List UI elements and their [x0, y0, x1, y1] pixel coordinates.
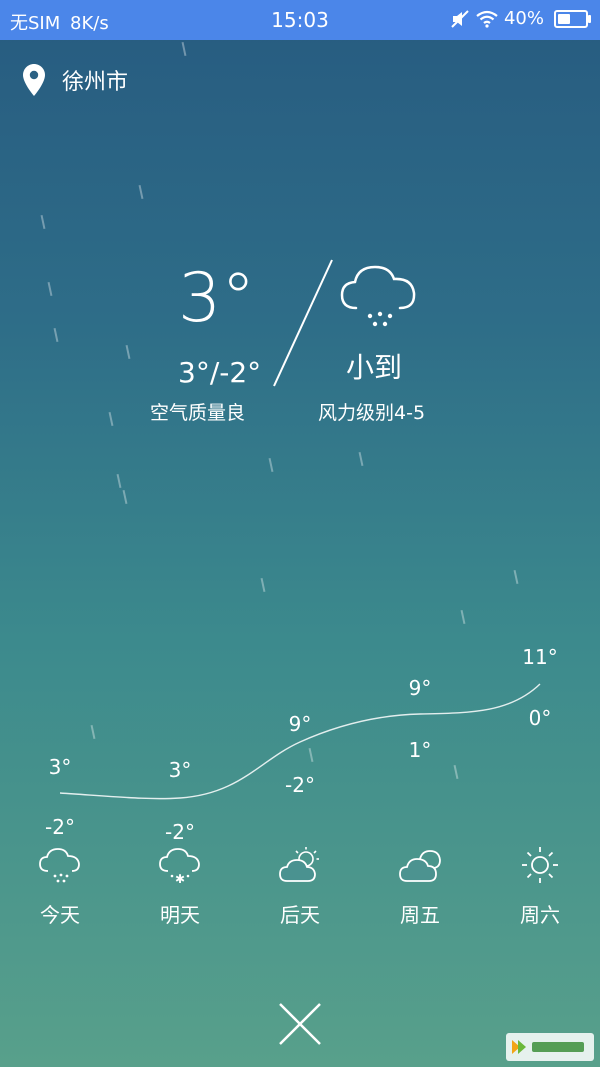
cloud-snow-icon: ✱	[159, 848, 200, 885]
status-right: 40%	[450, 8, 591, 29]
sunny-icon	[522, 847, 558, 883]
divider-line	[273, 259, 333, 387]
cloud-rain-icon	[340, 265, 416, 327]
low-temp-today: -2°	[45, 815, 75, 839]
high-temp-day5: 11°	[522, 645, 558, 669]
weather-condition: 小到	[346, 351, 403, 384]
forecast-day[interactable]: 周六	[480, 845, 600, 928]
day-name: 今天	[40, 903, 80, 927]
watermark-logo	[506, 1033, 594, 1061]
low-temp-day5: 0°	[528, 706, 552, 730]
high-temp-day4: 9°	[408, 676, 432, 700]
partly-cloudy-icon	[279, 847, 319, 882]
wifi-icon	[476, 10, 498, 28]
forecast-day[interactable]: ✱ 明天	[120, 845, 240, 928]
high-temp-today: 3°	[48, 755, 72, 779]
current-temperature: 3°	[178, 259, 256, 338]
city-name: 徐州市	[62, 70, 129, 95]
cloudy-icon	[399, 850, 441, 882]
forecast-days: 今天 ✱ 明天 后天 周五 周六	[0, 845, 600, 945]
temperature-range: 3°/-2°	[178, 356, 262, 389]
battery-percent: 40%	[503, 8, 544, 29]
forecast-day[interactable]: 周五	[360, 845, 480, 928]
cloud-rain-icon	[39, 848, 80, 883]
status-bar: 无SIM 8K/s 15:03 40%	[0, 0, 600, 40]
logo-icon	[512, 1040, 584, 1054]
low-temp-tomorrow: -2°	[165, 820, 195, 844]
svg-text:✱: ✱	[175, 872, 185, 885]
day-name: 周六	[520, 903, 560, 927]
low-temp-day4: 1°	[408, 738, 432, 762]
high-temp-tomorrow: 3°	[168, 758, 192, 782]
forecast-day[interactable]: 今天	[0, 845, 120, 928]
forecast-day[interactable]: 后天	[240, 845, 360, 928]
day-name: 明天	[160, 903, 200, 927]
day-name: 周五	[400, 903, 440, 927]
location-bar[interactable]: 徐州市	[22, 63, 128, 97]
high-temp-day3: 9°	[288, 712, 312, 736]
temperature-chart	[59, 683, 541, 800]
location-pin-icon	[23, 64, 45, 96]
day-name: 后天	[280, 903, 320, 927]
low-temp-day3: -2°	[285, 773, 315, 797]
battery-icon	[554, 9, 591, 28]
close-button[interactable]	[276, 1000, 324, 1048]
wind-level: 风力级别4-5	[318, 402, 426, 424]
mute-icon	[451, 9, 469, 28]
air-quality: 空气质量良	[150, 402, 246, 424]
